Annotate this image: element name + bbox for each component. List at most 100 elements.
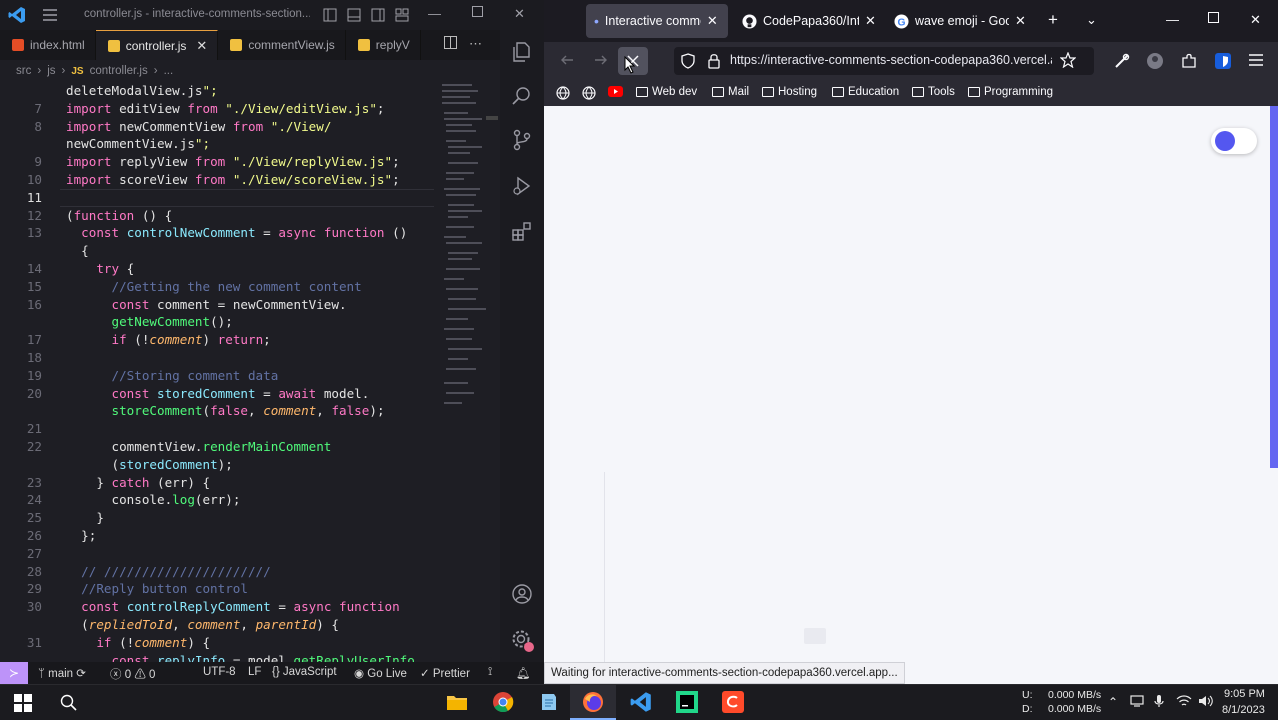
bookmark-star-icon[interactable] <box>1060 52 1076 68</box>
taskbar-search-icon[interactable] <box>60 694 78 712</box>
code-line[interactable]: 31 if (!comment) { <box>0 634 440 652</box>
code-line[interactable]: 29 //Reply button control <box>0 580 440 598</box>
bitwarden-shield-icon[interactable] <box>1214 52 1232 70</box>
code-line[interactable]: (storedComment); <box>0 456 440 474</box>
code-editor[interactable]: deleteModalView.js"; 7 import editView fro… <box>0 82 500 662</box>
file-explorer-icon[interactable] <box>446 691 468 713</box>
code-line[interactable]: 20 const storedComment = await model. <box>0 385 440 403</box>
theme-toggle-switch[interactable] <box>1211 128 1257 154</box>
code-line[interactable]: 10 import scoreView from "./View/scoreVie… <box>0 171 440 189</box>
code-line[interactable]: 16 const comment = newCommentView. <box>0 296 440 314</box>
editor-tab[interactable]: controller.js ✕ <box>95 30 219 60</box>
pycharm-icon[interactable] <box>676 691 698 713</box>
bookmark-folder-tools[interactable]: Tools <box>912 86 955 98</box>
globe-icon[interactable] <box>556 86 570 100</box>
browser-minimize-icon[interactable]: — <box>1166 12 1179 27</box>
tray-device-icon[interactable] <box>1130 695 1144 707</box>
editor-tab[interactable]: index.html <box>0 30 96 60</box>
code-line[interactable]: 26 }; <box>0 527 440 545</box>
go-live-button[interactable]: ◉ Go Live <box>354 666 407 680</box>
close-tab-icon[interactable]: ✕ <box>865 13 876 29</box>
clock-date[interactable]: 8/1/2023 <box>1222 704 1265 716</box>
firefox-taskbar-button[interactable] <box>570 685 616 720</box>
code-line[interactable]: 14 try { <box>0 260 440 278</box>
run-debug-icon[interactable] <box>510 174 534 198</box>
editor-scrollbar[interactable] <box>486 116 498 120</box>
minimap[interactable] <box>440 82 486 422</box>
code-line[interactable]: 11 <box>0 188 440 207</box>
accounts-broadcast-icon[interactable]: ⟟ <box>488 666 492 679</box>
bookmark-folder-education[interactable]: Education <box>832 86 899 98</box>
code-line[interactable]: 22 commentView.renderMainComment <box>0 438 440 456</box>
tray-chevron-up-icon[interactable]: ⌃ <box>1108 695 1118 709</box>
close-tab-icon[interactable]: ✕ <box>1015 13 1026 29</box>
toggle-panel-icon[interactable] <box>346 7 362 23</box>
back-arrow-icon[interactable] <box>560 53 574 67</box>
accounts-icon[interactable] <box>510 582 534 606</box>
prettier-status[interactable]: ✓ Prettier <box>420 666 470 680</box>
screen-recorder-icon[interactable] <box>722 691 744 713</box>
account-avatar-icon[interactable] <box>1146 52 1164 70</box>
new-tab-plus-icon[interactable]: + <box>1048 10 1058 30</box>
clock-time[interactable]: 9:05 PM <box>1224 688 1265 700</box>
code-line[interactable]: const replyInfo = model.getReplyUserInfo <box>0 652 440 662</box>
browser-tab[interactable]: CodePapa360/Inter ✕ <box>742 4 876 38</box>
language-status[interactable]: {} JavaScript <box>272 666 337 678</box>
code-line[interactable]: 13 const controlNewComment = async funct… <box>0 224 440 242</box>
microphone-icon[interactable] <box>1154 694 1164 708</box>
hamburger-menu-icon[interactable] <box>1248 53 1264 67</box>
breadcrumb-item[interactable]: src <box>16 65 31 77</box>
code-line[interactable]: 8 import newCommentView from "./View/ <box>0 118 440 136</box>
editor-tab[interactable]: commentView.js <box>218 30 346 60</box>
browser-maximize-icon[interactable] <box>1208 12 1219 23</box>
bookmark-folder-hosting[interactable]: Hosting <box>762 86 817 98</box>
volume-icon[interactable] <box>1198 694 1214 708</box>
code-line[interactable]: 18 <box>0 349 440 367</box>
breadcrumb-item[interactable]: controller.js <box>90 65 148 77</box>
close-tab-icon[interactable]: ✕ <box>707 13 718 29</box>
code-line[interactable]: 23 } catch (err) { <box>0 474 440 492</box>
code-line[interactable]: deleteModalView.js"; <box>0 82 440 100</box>
breadcrumb-item[interactable]: ... <box>164 65 174 77</box>
notepad-icon[interactable] <box>538 691 560 713</box>
code-line[interactable]: 24 console.log(err); <box>0 491 440 509</box>
branch-status[interactable]: ᛘ main ⟳ <box>38 666 86 680</box>
code-line[interactable]: 19 //Storing comment data <box>0 367 440 385</box>
list-all-tabs-chevron-down-icon[interactable]: ⌄ <box>1086 12 1097 28</box>
notifications-bell-icon[interactable]: 🔔︎ <box>516 666 531 680</box>
forward-arrow-icon[interactable] <box>594 53 608 67</box>
bookmark-folder-mail[interactable]: Mail <box>712 86 749 98</box>
code-line[interactable]: 25 } <box>0 509 440 527</box>
code-line[interactable]: (repliedToId, comment, parentId) { <box>0 616 440 634</box>
vscode-minimize-icon[interactable]: — <box>428 6 441 21</box>
youtube-icon[interactable] <box>608 86 623 97</box>
code-line[interactable]: 12 (function () { <box>0 207 440 225</box>
extensions-puzzle-icon[interactable] <box>1180 52 1198 70</box>
breadcrumb-item[interactable]: js <box>47 65 55 77</box>
windows-start-icon[interactable] <box>14 694 32 712</box>
vscode-taskbar-icon[interactable] <box>630 691 652 713</box>
bookmark-folder-programming[interactable]: Programming <box>968 86 1053 98</box>
toggle-secondary-sidebar-icon[interactable] <box>370 7 386 23</box>
more-actions-icon[interactable]: ⋯ <box>469 36 482 52</box>
search-icon[interactable] <box>510 84 534 108</box>
url-bar[interactable]: https://interactive-comments-section-cod… <box>674 47 1094 75</box>
extensions-icon[interactable] <box>510 220 534 244</box>
code-line[interactable]: 15 //Getting the new comment content <box>0 278 440 296</box>
code-line[interactable]: newCommentView.js"; <box>0 135 440 153</box>
padlock-icon[interactable] <box>708 53 720 69</box>
code-line[interactable]: getNewComment(); <box>0 313 440 331</box>
editor-tab[interactable]: replyV <box>346 30 421 60</box>
remote-icon[interactable]: ≻ <box>0 662 28 684</box>
settings-gear-icon[interactable] <box>510 628 536 654</box>
browser-tab[interactable]: G wave emoji - Googl ✕ <box>894 4 1026 38</box>
code-line[interactable]: 21 <box>0 420 440 438</box>
eol-status[interactable]: LF <box>248 666 261 678</box>
code-line[interactable]: 9 import replyView from "./View/replyView… <box>0 153 440 171</box>
code-line[interactable]: { <box>0 242 440 260</box>
source-control-icon[interactable] <box>510 128 534 152</box>
page-scrollbar[interactable] <box>1270 106 1278 468</box>
browser-tab-active[interactable]: • Interactive comme ✕ <box>586 4 728 38</box>
browser-close-icon[interactable]: ✕ <box>1250 12 1261 28</box>
code-line[interactable]: storeComment(false, comment, false); <box>0 402 440 420</box>
